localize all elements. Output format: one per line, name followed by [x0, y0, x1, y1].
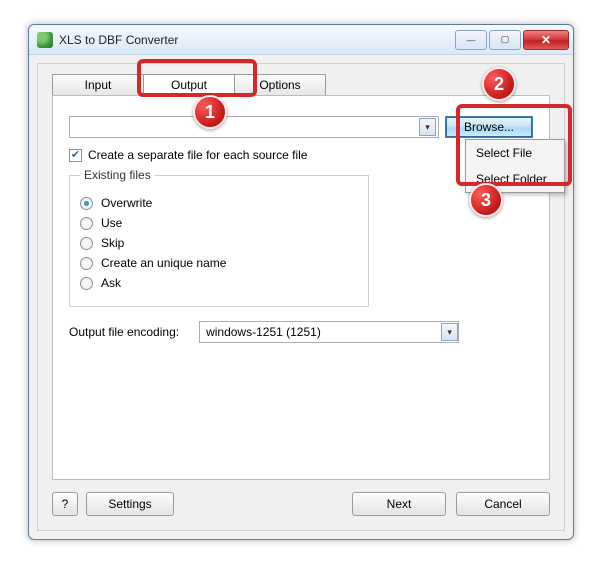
encoding-label: Output file encoding: [69, 325, 179, 339]
minimize-icon: — [467, 35, 476, 45]
radio-ask-label: Ask [101, 276, 121, 290]
separate-file-checkbox[interactable]: ✔ [69, 149, 82, 162]
close-icon: ✕ [541, 33, 551, 47]
app-icon [37, 32, 53, 48]
encoding-combo[interactable]: windows-1251 (1251) ▾ [199, 321, 459, 343]
radio-skip-label: Skip [101, 236, 124, 250]
encoding-value: windows-1251 (1251) [206, 325, 321, 339]
tab-options[interactable]: Options [234, 74, 326, 96]
output-path-combo[interactable]: ▾ [69, 116, 439, 138]
separate-file-label: Create a separate file for each source f… [88, 148, 307, 162]
minimize-button[interactable]: — [455, 30, 487, 50]
radio-overwrite-label: Overwrite [101, 196, 152, 210]
browse-dropdown: Select File Select Folder [465, 139, 565, 193]
bottom-button-bar: ? Settings Next Cancel [52, 492, 550, 516]
existing-files-legend: Existing files [80, 168, 155, 182]
chevron-down-icon: ▾ [425, 122, 430, 133]
browse-button[interactable]: Browse... [445, 116, 533, 138]
chevron-down-icon: ▾ [447, 327, 452, 338]
existing-files-group: Existing files Overwrite Use Skip Create… [69, 168, 369, 307]
radio-use-label: Use [101, 216, 122, 230]
window-title: XLS to DBF Converter [59, 33, 178, 47]
next-button[interactable]: Next [352, 492, 446, 516]
titlebar: XLS to DBF Converter — ▢ ✕ [29, 25, 573, 55]
radio-overwrite[interactable] [80, 197, 93, 210]
close-button[interactable]: ✕ [523, 30, 569, 50]
cancel-button[interactable]: Cancel [456, 492, 550, 516]
menu-select-folder[interactable]: Select Folder [466, 166, 564, 192]
settings-button[interactable]: Settings [86, 492, 174, 516]
client-area: Input Output Options ▾ Browse... ✔ Creat… [37, 63, 565, 531]
app-window: XLS to DBF Converter — ▢ ✕ Input Output … [28, 24, 574, 540]
maximize-icon: ▢ [501, 34, 510, 45]
combo-arrow-icon[interactable]: ▾ [419, 118, 436, 136]
maximize-button[interactable]: ▢ [489, 30, 521, 50]
radio-ask[interactable] [80, 277, 93, 290]
menu-select-file[interactable]: Select File [466, 140, 564, 166]
tab-output[interactable]: Output [143, 74, 235, 96]
tab-input[interactable]: Input [52, 74, 144, 96]
help-button[interactable]: ? [52, 492, 78, 516]
radio-unique[interactable] [80, 257, 93, 270]
radio-unique-label: Create an unique name [101, 256, 226, 270]
tab-strip: Input Output Options [52, 74, 325, 96]
radio-skip[interactable] [80, 237, 93, 250]
radio-use[interactable] [80, 217, 93, 230]
encoding-arrow-icon[interactable]: ▾ [441, 323, 458, 341]
